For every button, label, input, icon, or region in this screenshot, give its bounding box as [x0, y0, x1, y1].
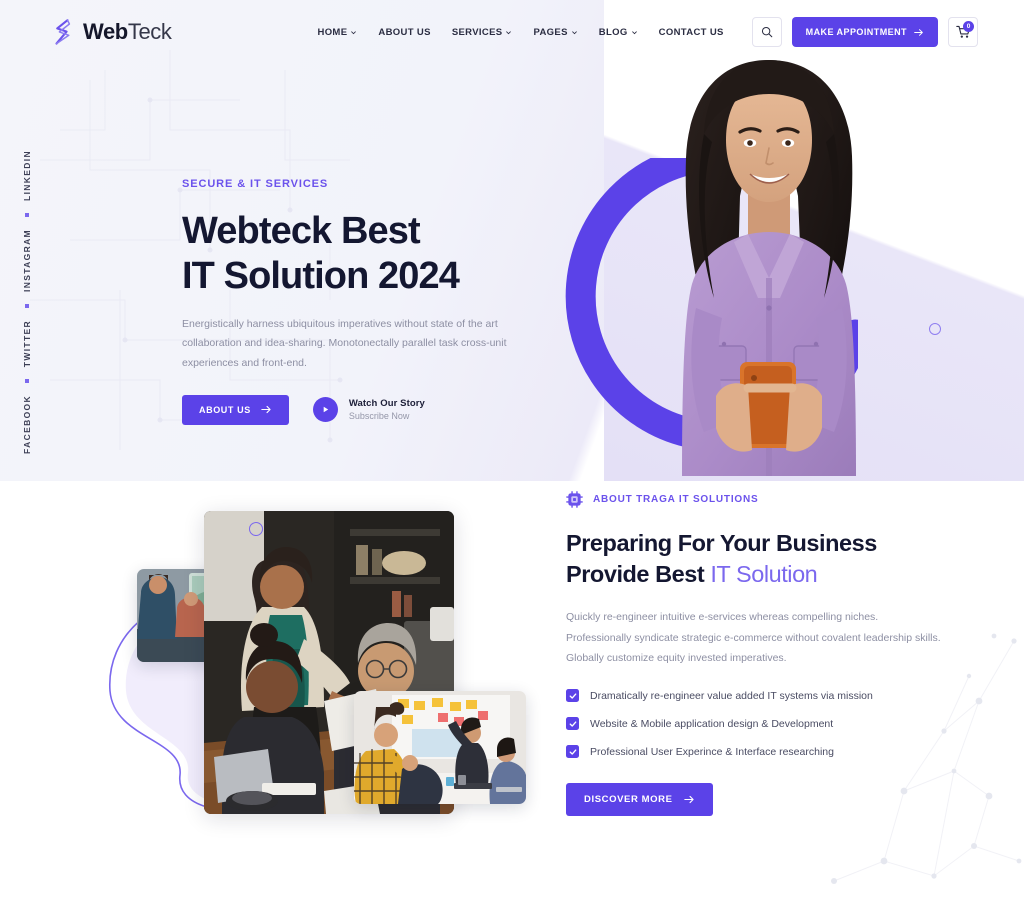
chevron-down-icon	[506, 30, 512, 34]
checklist-label: Dramatically re-engineer value added IT …	[590, 689, 873, 702]
hero-button-label: ABOUT US	[199, 404, 251, 415]
social-link-twitter[interactable]: TWITTER	[22, 320, 32, 367]
about-checklist: Dramatically re-engineer value added IT …	[566, 689, 946, 759]
about-title: Preparing For Your Business Provide Best…	[566, 528, 946, 590]
hero-eyebrow: SECURE & IT SERVICES	[182, 178, 329, 190]
hero-content: SECURE & IT SERVICES Webteck Best IT Sol…	[182, 178, 532, 425]
play-icon	[323, 407, 329, 413]
about-eyebrow: ABOUT TRAGA IT SOLUTIONS	[566, 491, 946, 508]
site-logo[interactable]: WebTeck	[52, 18, 172, 46]
arrow-right-icon	[683, 796, 694, 804]
hero-title: Webteck Best IT Solution 2024	[182, 209, 532, 299]
about-title-line-2-dark: Provide Best	[566, 561, 711, 588]
header-actions: MAKE APPOINTMENT 0	[751, 17, 978, 47]
social-separator-dot	[25, 379, 29, 384]
nav-label: HOME	[317, 26, 348, 38]
logo-light-part: Teck	[127, 19, 172, 44]
social-links-rail: LINKEDIN INSTAGRAM TWITTER FACEBOOK	[22, 150, 32, 454]
play-button[interactable]	[312, 397, 338, 423]
checklist-item: Website & Mobile application design & De…	[566, 717, 946, 731]
chevron-down-icon	[351, 30, 357, 34]
watch-story-link[interactable]: Watch Our Story Subscribe Now	[312, 397, 425, 423]
collage-image-whiteboard	[354, 691, 526, 804]
hero-about-us-button[interactable]: ABOUT US	[182, 394, 289, 425]
nav-item-blog[interactable]: BLOG	[599, 27, 638, 38]
watch-story-subtitle: Subscribe Now	[348, 411, 410, 422]
checklist-label: Professional User Experince & Interface …	[590, 745, 834, 758]
nav-item-contact-us[interactable]: CONTACT US	[659, 27, 724, 38]
cart-button[interactable]: 0	[948, 17, 978, 47]
hero-paragraph: Energistically harness ubiquitous impera…	[182, 317, 507, 369]
hero-person-image	[682, 60, 856, 476]
social-link-linkedin[interactable]: LINKEDIN	[22, 150, 32, 201]
nav-label: CONTACT US	[658, 26, 724, 38]
hero-visual	[540, 46, 980, 481]
about-eyebrow-label: ABOUT TRAGA IT SOLUTIONS	[593, 494, 759, 505]
social-link-facebook[interactable]: FACEBOOK	[22, 395, 32, 454]
about-title-line-1: Preparing For Your Business	[566, 530, 877, 556]
site-header: WebTeck HOME ABOUT US SERVICES PAGES BLO…	[0, 0, 1024, 64]
watch-story-title: Watch Our Story	[348, 398, 425, 410]
cpu-chip-icon	[566, 491, 583, 508]
nav-label: SERVICES	[451, 26, 503, 38]
appointment-label: MAKE APPOINTMENT	[805, 27, 907, 37]
about-paragraph: Quickly re-engineer intuitive e-services…	[566, 611, 941, 664]
check-icon	[566, 689, 579, 703]
chevron-down-icon	[631, 30, 637, 34]
arrow-right-icon	[914, 28, 923, 36]
nav-item-about-us[interactable]: ABOUT US	[378, 27, 430, 38]
make-appointment-button[interactable]: MAKE APPOINTMENT	[791, 17, 938, 47]
nav-label: PAGES	[533, 26, 568, 38]
webteck-s-monogram-icon	[55, 19, 71, 45]
small-circle-decoration	[929, 323, 941, 335]
nav-item-pages[interactable]: PAGES	[533, 27, 577, 38]
hero-title-line-1: Webteck Best	[182, 210, 421, 252]
about-section: ABOUT TRAGA IT SOLUTIONS Preparing For Y…	[0, 481, 1024, 911]
social-link-instagram[interactable]: INSTAGRAM	[22, 229, 32, 292]
logo-wordmark: WebTeck	[83, 19, 172, 45]
social-separator-dot	[25, 212, 29, 217]
checklist-item: Dramatically re-engineer value added IT …	[566, 689, 946, 703]
logo-bold-part: Web	[83, 19, 128, 44]
discover-more-button[interactable]: DISCOVER MORE	[566, 783, 713, 817]
search-button[interactable]	[751, 17, 782, 47]
about-title-line-2-accent: IT Solution	[710, 561, 818, 588]
discover-label: DISCOVER MORE	[584, 794, 673, 806]
nav-label: ABOUT US	[378, 26, 431, 38]
cart-count-badge: 0	[963, 21, 974, 32]
check-icon	[566, 717, 579, 731]
about-image-collage	[104, 499, 544, 839]
main-navigation: HOME ABOUT US SERVICES PAGES BLOG CONTAC…	[317, 27, 723, 38]
watch-story-text: Watch Our Story Subscribe Now	[349, 398, 425, 421]
social-separator-dot	[25, 303, 29, 308]
chevron-down-icon	[571, 30, 577, 34]
nav-label: BLOG	[598, 26, 628, 38]
nav-item-services[interactable]: SERVICES	[452, 27, 513, 38]
hero-title-line-2: IT Solution 2024	[182, 254, 460, 297]
about-content: ABOUT TRAGA IT SOLUTIONS Preparing For Y…	[566, 491, 946, 817]
nav-item-home[interactable]: HOME	[317, 27, 357, 38]
hero-cta-row: ABOUT US Watch Our Story Subscribe Now	[182, 394, 532, 425]
hero-section: WebTeck HOME ABOUT US SERVICES PAGES BLO…	[0, 0, 1024, 481]
circle-outline-decoration	[249, 522, 263, 536]
search-icon	[761, 26, 772, 38]
checklist-item: Professional User Experince & Interface …	[566, 745, 946, 759]
checklist-label: Website & Mobile application design & De…	[590, 717, 834, 730]
arrow-right-icon	[261, 406, 271, 414]
check-icon	[566, 745, 579, 759]
